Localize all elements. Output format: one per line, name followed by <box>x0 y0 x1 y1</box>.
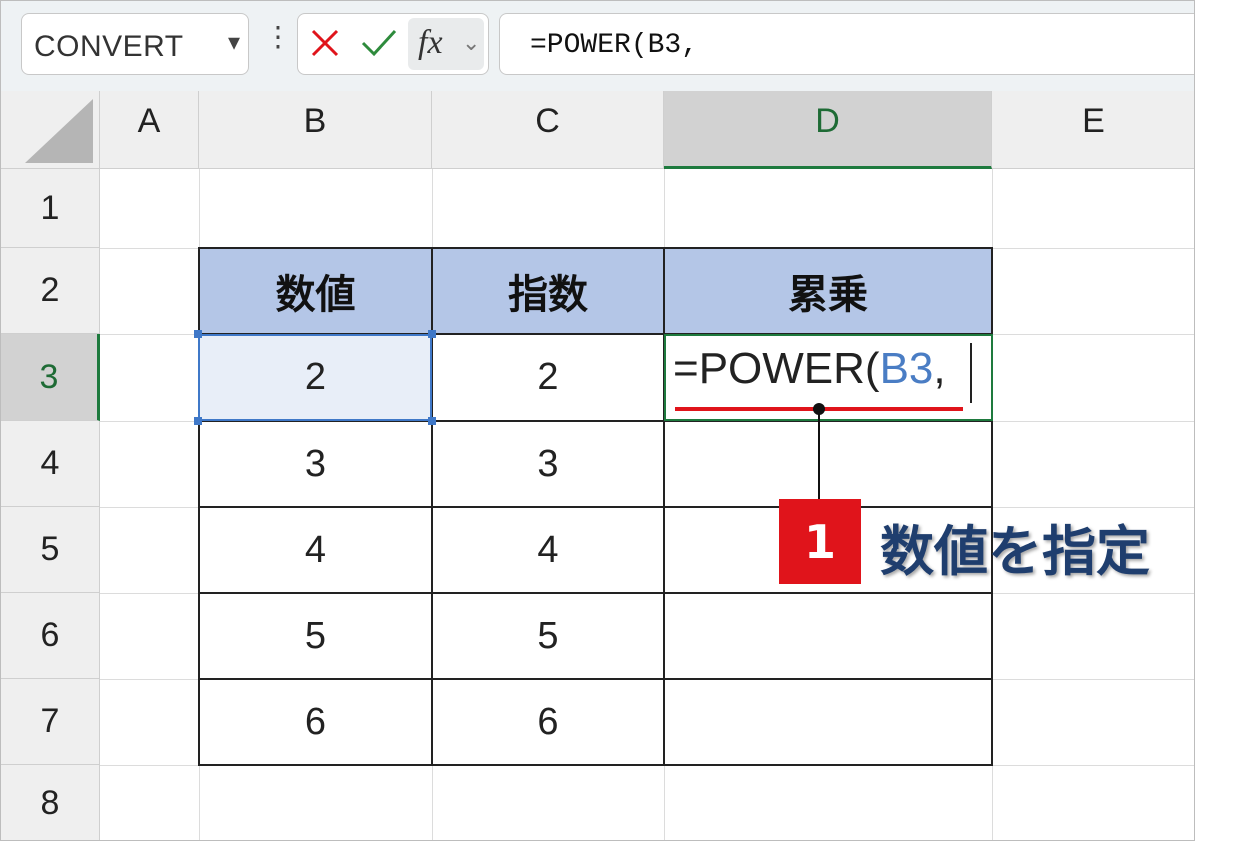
enter-check-icon[interactable] <box>360 26 398 60</box>
cancel-x-icon[interactable] <box>308 26 342 60</box>
table-border <box>198 506 993 508</box>
table-border <box>198 247 200 766</box>
cell-d3-editing-text[interactable]: =POWER(B3, <box>673 344 946 394</box>
cell-c6[interactable]: 5 <box>432 593 664 679</box>
fx-icon: fx <box>418 24 443 61</box>
table-border <box>431 247 433 766</box>
chevron-down-icon: ⌄ <box>462 30 481 55</box>
row-header-1[interactable]: 1 <box>1 169 100 248</box>
table-border <box>198 592 993 594</box>
cell-b6[interactable]: 5 <box>199 593 432 679</box>
cell-b5[interactable]: 4 <box>199 507 432 593</box>
resize-handle[interactable] <box>194 330 202 338</box>
table-border <box>198 764 993 766</box>
select-all-corner[interactable] <box>1 91 100 169</box>
table-border <box>663 247 665 766</box>
row-header-8[interactable]: 8 <box>1 765 100 840</box>
more-options-icon[interactable]: ⋮ <box>264 23 292 51</box>
formula-reference: B3 <box>879 344 934 393</box>
formula-suffix: , <box>933 344 946 393</box>
row-header-7[interactable]: 7 <box>1 679 100 765</box>
name-box-value: CONVERT <box>34 30 184 63</box>
formula-buttons: fx ⌄ <box>297 13 489 75</box>
column-header-e[interactable]: E <box>992 91 1194 169</box>
resize-handle[interactable] <box>428 330 436 338</box>
column-header-b[interactable]: B <box>199 91 432 169</box>
cell-c7[interactable]: 6 <box>432 679 664 765</box>
formula-bar: CONVERT ▾ ⋮ fx ⌄ =POWER(B3, <box>1 1 1194 91</box>
cell-b7[interactable]: 6 <box>199 679 432 765</box>
row-header-2[interactable]: 2 <box>1 248 100 334</box>
annotation-leader-line <box>818 413 820 499</box>
name-box[interactable]: CONVERT ▾ <box>21 13 249 75</box>
cell-c3[interactable]: 2 <box>432 334 664 421</box>
column-header-d[interactable]: D <box>664 91 992 169</box>
table-border <box>198 247 993 249</box>
row-header-6[interactable]: 6 <box>1 593 100 679</box>
resize-handle[interactable] <box>428 417 436 425</box>
insert-function-button[interactable]: fx ⌄ <box>408 18 484 70</box>
cell-b4[interactable]: 3 <box>199 421 432 507</box>
column-header-c[interactable]: C <box>432 91 664 169</box>
cell-c4[interactable]: 3 <box>432 421 664 507</box>
row-header-5[interactable]: 5 <box>1 507 100 593</box>
row-header-4[interactable]: 4 <box>1 421 100 507</box>
formula-text: =POWER(B3, <box>530 30 699 61</box>
formula-input[interactable]: =POWER(B3, <box>499 13 1194 75</box>
column-header-a[interactable]: A <box>100 91 199 169</box>
table-border <box>198 678 993 680</box>
formula-prefix: =POWER( <box>673 344 880 393</box>
worksheet-grid[interactable]: A B C D E 1 2 3 4 5 6 7 8 数値 指数 累乗 2 2 3 <box>1 91 1194 840</box>
spreadsheet-window: CONVERT ▾ ⋮ fx ⌄ =POWER(B3, A B C D E 1 … <box>0 0 1195 841</box>
select-all-triangle-icon <box>25 99 93 163</box>
table-header-cell[interactable]: 指数 <box>432 248 664 334</box>
step-number-badge: 1 <box>779 499 861 584</box>
cell-c5[interactable]: 4 <box>432 507 664 593</box>
annotation-callout-text: 数値を指定 <box>880 520 1150 583</box>
text-caret <box>970 343 972 403</box>
table-header-cell[interactable]: 累乗 <box>664 248 992 334</box>
reference-highlight-border <box>198 334 432 421</box>
chevron-down-icon[interactable]: ▾ <box>228 28 240 57</box>
resize-handle[interactable] <box>194 417 202 425</box>
table-header-cell[interactable]: 数値 <box>199 248 432 334</box>
row-header-3[interactable]: 3 <box>1 334 100 421</box>
